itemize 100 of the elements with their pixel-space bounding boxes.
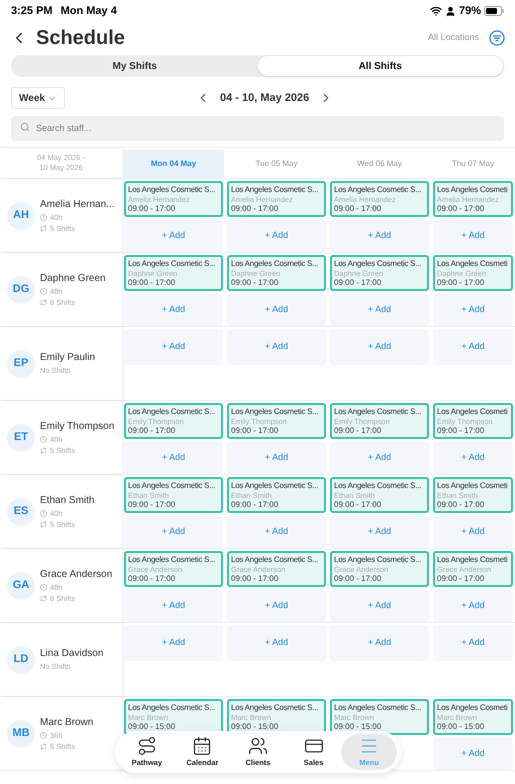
shift-time: 09:00 - 17:00 <box>231 500 280 510</box>
shift-location: Los Angeles Cosmeti <box>437 480 508 491</box>
add-shift-button[interactable]: + Add <box>433 220 513 252</box>
add-shift-button[interactable]: + Add <box>433 442 513 474</box>
add-shift-button[interactable]: + Add <box>330 516 429 548</box>
add-shift-button[interactable]: + Add <box>330 625 429 661</box>
shift-time: 09:00 - 17:00 <box>231 426 280 436</box>
add-shift-button[interactable]: + Add <box>330 329 429 365</box>
shift-time: 09:00 - 17:00 <box>437 426 486 436</box>
shift-time: 09:00 - 17:00 <box>334 500 382 510</box>
staff-name: Daphne Green <box>40 272 106 286</box>
day-header[interactable]: Thu 07 May <box>432 150 514 178</box>
shift-location: Los Angeles Cosmeti <box>437 184 508 195</box>
shift-time: 09:00 - 15:00 <box>231 722 280 732</box>
shift-time: 09:00 - 17:00 <box>128 278 176 288</box>
add-shift-button[interactable]: + Add <box>124 294 223 326</box>
clock-icon <box>40 214 47 221</box>
add-shift-button[interactable]: + Add <box>227 442 326 474</box>
shift-location: Los Angeles Cosmetic S... <box>231 480 320 491</box>
filter-icon[interactable] <box>489 30 505 46</box>
shift-location: Los Angeles Cosmeti <box>437 258 508 269</box>
shift-location: Los Angeles Cosmetic S... <box>334 406 422 417</box>
segment-tab[interactable]: All Shifts <box>258 56 503 76</box>
shift-location: Los Angeles Cosmeti <box>437 702 508 713</box>
day-header[interactable]: Tue 05 May <box>226 150 327 178</box>
add-shift-button[interactable]: + Add <box>433 516 513 548</box>
shift-time: 09:00 - 17:00 <box>334 426 382 436</box>
shift-time: 09:00 - 17:00 <box>128 500 176 510</box>
shift-time: 09:00 - 17:00 <box>128 574 176 584</box>
clock-icon <box>40 732 47 739</box>
wifi-icon <box>430 5 442 17</box>
staff-name: Lina Davidson <box>40 647 104 662</box>
add-shift-button[interactable]: + Add <box>433 294 513 326</box>
shift-time: 09:00 - 15:00 <box>128 722 176 732</box>
shift-location: Los Angeles Cosmetic S... <box>231 702 320 713</box>
calendar-icon <box>192 736 212 756</box>
shift-time: 09:00 - 17:00 <box>334 278 382 288</box>
shift-location: Los Angeles Cosmetic S... <box>128 554 216 565</box>
add-shift-button[interactable]: + Add <box>433 738 513 770</box>
repeat-icon <box>40 299 47 306</box>
shift-location: Los Angeles Cosmeti <box>437 554 508 565</box>
avatar: DG <box>7 276 35 304</box>
staff-name: Emily Thompson <box>40 420 114 434</box>
battery-percent: 79% <box>458 4 481 19</box>
shift-time: 09:00 - 17:00 <box>231 278 280 288</box>
search-field[interactable]: Search staff... <box>11 116 504 140</box>
status-date: Mon May 4 <box>60 4 117 19</box>
shift-time: 09:00 - 17:00 <box>334 204 382 214</box>
add-shift-button[interactable]: + Add <box>227 625 326 661</box>
shift-location: Los Angeles Cosmetic S... <box>128 406 216 417</box>
day-header[interactable]: Mon 04 May <box>123 150 224 178</box>
add-shift-button[interactable]: + Add <box>227 590 326 622</box>
shift-time: 09:00 - 17:00 <box>437 278 486 288</box>
person-icon <box>444 6 456 16</box>
status-time: 3:25 PM <box>11 4 53 19</box>
shift-time: 09:00 - 17:00 <box>231 204 280 214</box>
add-shift-button[interactable]: + Add <box>330 220 429 252</box>
date-range: 04 - 10, May 2026 <box>220 90 310 106</box>
shift-location: Los Angeles Cosmetic S... <box>128 702 216 713</box>
staff-name: Emily Paulin <box>40 351 96 366</box>
search-icon <box>20 122 30 132</box>
people-icon <box>248 736 268 756</box>
add-shift-button[interactable]: + Add <box>124 220 223 252</box>
repeat-icon <box>40 595 47 602</box>
add-shift-button[interactable]: + Add <box>124 442 223 474</box>
add-shift-button[interactable]: + Add <box>227 294 326 326</box>
shift-location: Los Angeles Cosmetic S... <box>334 480 422 491</box>
add-shift-button[interactable]: + Add <box>124 516 223 548</box>
shift-location: Los Angeles Cosmeti <box>437 406 508 417</box>
shift-location: Los Angeles Cosmetic S... <box>231 258 320 269</box>
add-shift-button[interactable]: + Add <box>124 329 223 365</box>
shift-location: Los Angeles Cosmetic S... <box>128 480 216 491</box>
location-filter[interactable]: All Locations <box>428 31 479 45</box>
add-shift-button[interactable]: + Add <box>433 590 513 622</box>
add-shift-button[interactable]: + Add <box>227 516 326 548</box>
add-shift-button[interactable]: + Add <box>330 590 429 622</box>
add-shift-button[interactable]: + Add <box>124 625 223 661</box>
add-shift-button[interactable]: + Add <box>227 220 326 252</box>
add-shift-button[interactable]: + Add <box>330 294 429 326</box>
shift-location: Los Angeles Cosmetic S... <box>334 184 422 195</box>
avatar: EP <box>7 350 35 378</box>
staff-name: Marc Brown <box>40 716 94 730</box>
add-shift-button[interactable]: + Add <box>227 329 326 365</box>
shift-location: Los Angeles Cosmetic S... <box>334 554 422 565</box>
add-shift-button[interactable]: + Add <box>433 625 513 661</box>
staff-name: Amelia Hernan... <box>40 198 114 212</box>
add-shift-button[interactable]: + Add <box>124 590 223 622</box>
add-shift-button[interactable]: + Add <box>330 442 429 474</box>
repeat-icon <box>40 521 47 528</box>
staff-name: Grace Anderson <box>40 568 112 582</box>
shift-time: 09:00 - 17:00 <box>437 574 486 584</box>
day-header[interactable]: Wed 06 May <box>329 150 430 178</box>
avatar: LD <box>7 646 35 674</box>
avatar: ES <box>7 498 35 526</box>
repeat-icon <box>40 447 47 454</box>
clock-icon <box>40 436 47 443</box>
view-dropdown[interactable]: Week <box>11 87 65 109</box>
battery-icon <box>484 6 504 16</box>
segment-tab[interactable]: My Shifts <box>12 56 258 76</box>
add-shift-button[interactable]: + Add <box>433 329 513 365</box>
